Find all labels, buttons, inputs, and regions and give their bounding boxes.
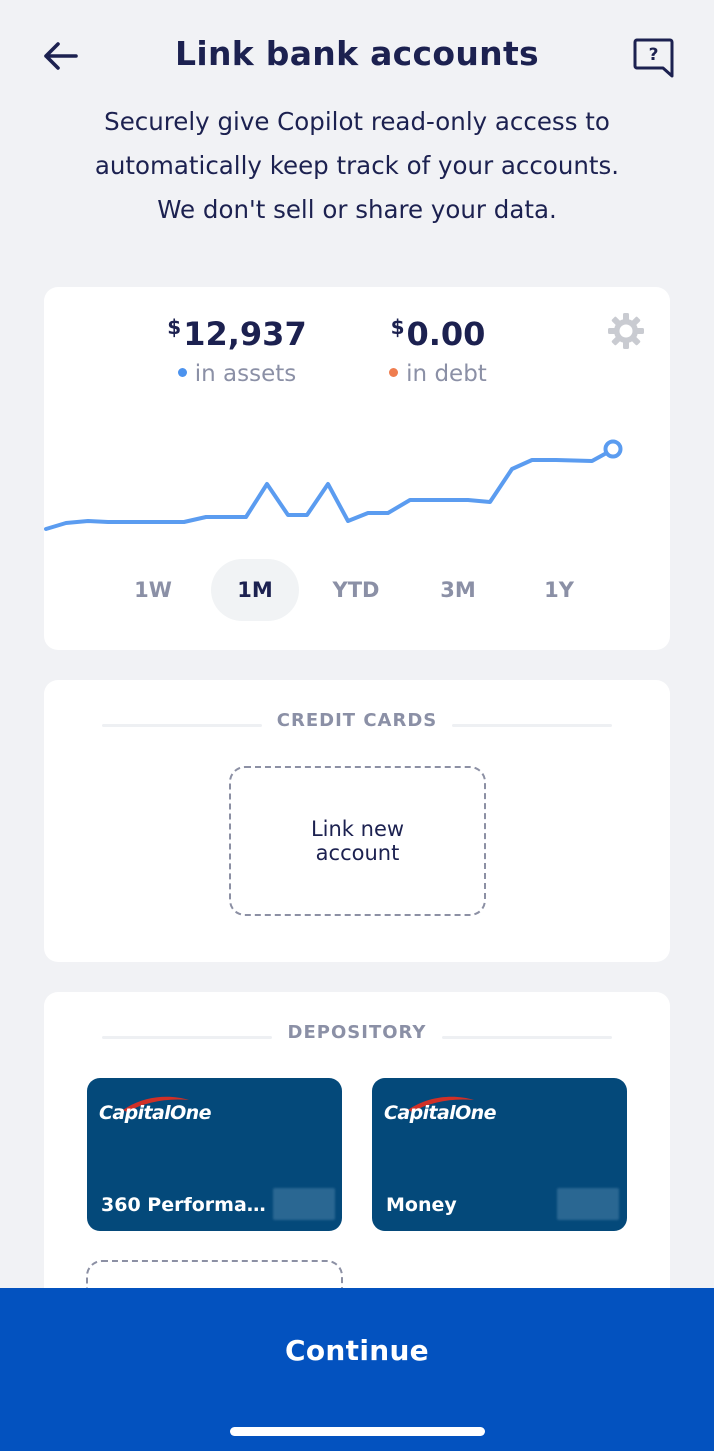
debt-amount: 0.00 [406,315,486,353]
subtitle: Securely give Copilot read-only access t… [40,100,674,232]
gear-icon [608,313,644,349]
debt-stat: $0.00 in debt [338,315,538,387]
debt-label-text: in debt [406,361,487,387]
range-tab-1y[interactable]: 1Y [515,559,603,621]
subtitle-line: Securely give Copilot read-only access t… [104,107,610,136]
capital-one-logo: CapitalOne [99,1094,219,1134]
net-worth-card: $12,937 in assets $0.00 in debt 1W 1M YT… [44,287,670,650]
range-tab-ytd[interactable]: YTD [312,559,400,621]
assets-dot [177,368,187,377]
net-worth-sparkline [44,439,623,531]
range-tab-1m[interactable]: 1M [211,559,299,621]
subtitle-line: automatically keep track of your account… [94,151,620,180]
account-number-mask [273,1188,335,1220]
debt-dot [389,368,399,377]
assets-value: $12,937 [137,315,337,353]
account-card[interactable]: CapitalOne 360 Performanc… [87,1078,342,1231]
logo-text: CapitalOne [384,1102,496,1124]
assets-stat: $12,937 in assets [137,315,337,387]
range-tab-3m[interactable]: 3M [414,559,502,621]
debt-currency: $ [390,315,405,339]
assets-label: in assets [137,361,337,387]
home-indicator [230,1427,485,1436]
assets-currency: $ [167,315,182,339]
credit-cards-heading: CREDIT CARDS [102,710,612,740]
sparkline-endpoint [603,439,623,459]
range-tab-1w[interactable]: 1W [109,559,197,621]
continue-button[interactable]: Continue [0,1288,714,1451]
subtitle-line: We don't sell or share your data. [157,195,557,224]
link-new-account-label: Link new account [310,817,405,865]
capital-one-logo: CapitalOne [384,1094,504,1134]
credit-cards-section: CREDIT CARDS Link new account [44,680,670,962]
account-number-mask [557,1188,619,1220]
help-glyph: ? [649,45,659,65]
debt-value: $0.00 [338,315,538,353]
link-new-account-button[interactable]: Link new account [229,766,486,916]
depository-heading-label: DEPOSITORY [287,1022,427,1043]
credit-cards-heading-label: CREDIT CARDS [276,710,438,731]
chat-question-icon: ? [633,38,674,78]
account-name: Money [386,1194,457,1216]
account-name: 360 Performanc… [101,1194,276,1216]
sparkline-line [44,448,614,531]
logo-text: CapitalOne [99,1102,211,1124]
account-card[interactable]: CapitalOne Money [372,1078,627,1231]
link-bank-accounts-screen: Link bank accounts ? Securely give Copil… [0,0,714,1451]
page-title: Link bank accounts [175,34,539,73]
assets-label-text: in assets [194,361,297,387]
assets-amount: 12,937 [183,315,307,353]
settings-button[interactable] [606,311,646,351]
help-button[interactable]: ? [632,36,676,84]
debt-label: in debt [338,361,538,387]
time-range-tabs: 1W 1M YTD 3M 1Y [44,559,670,621]
depository-heading: DEPOSITORY [102,1022,612,1052]
continue-label: Continue [285,1334,429,1367]
